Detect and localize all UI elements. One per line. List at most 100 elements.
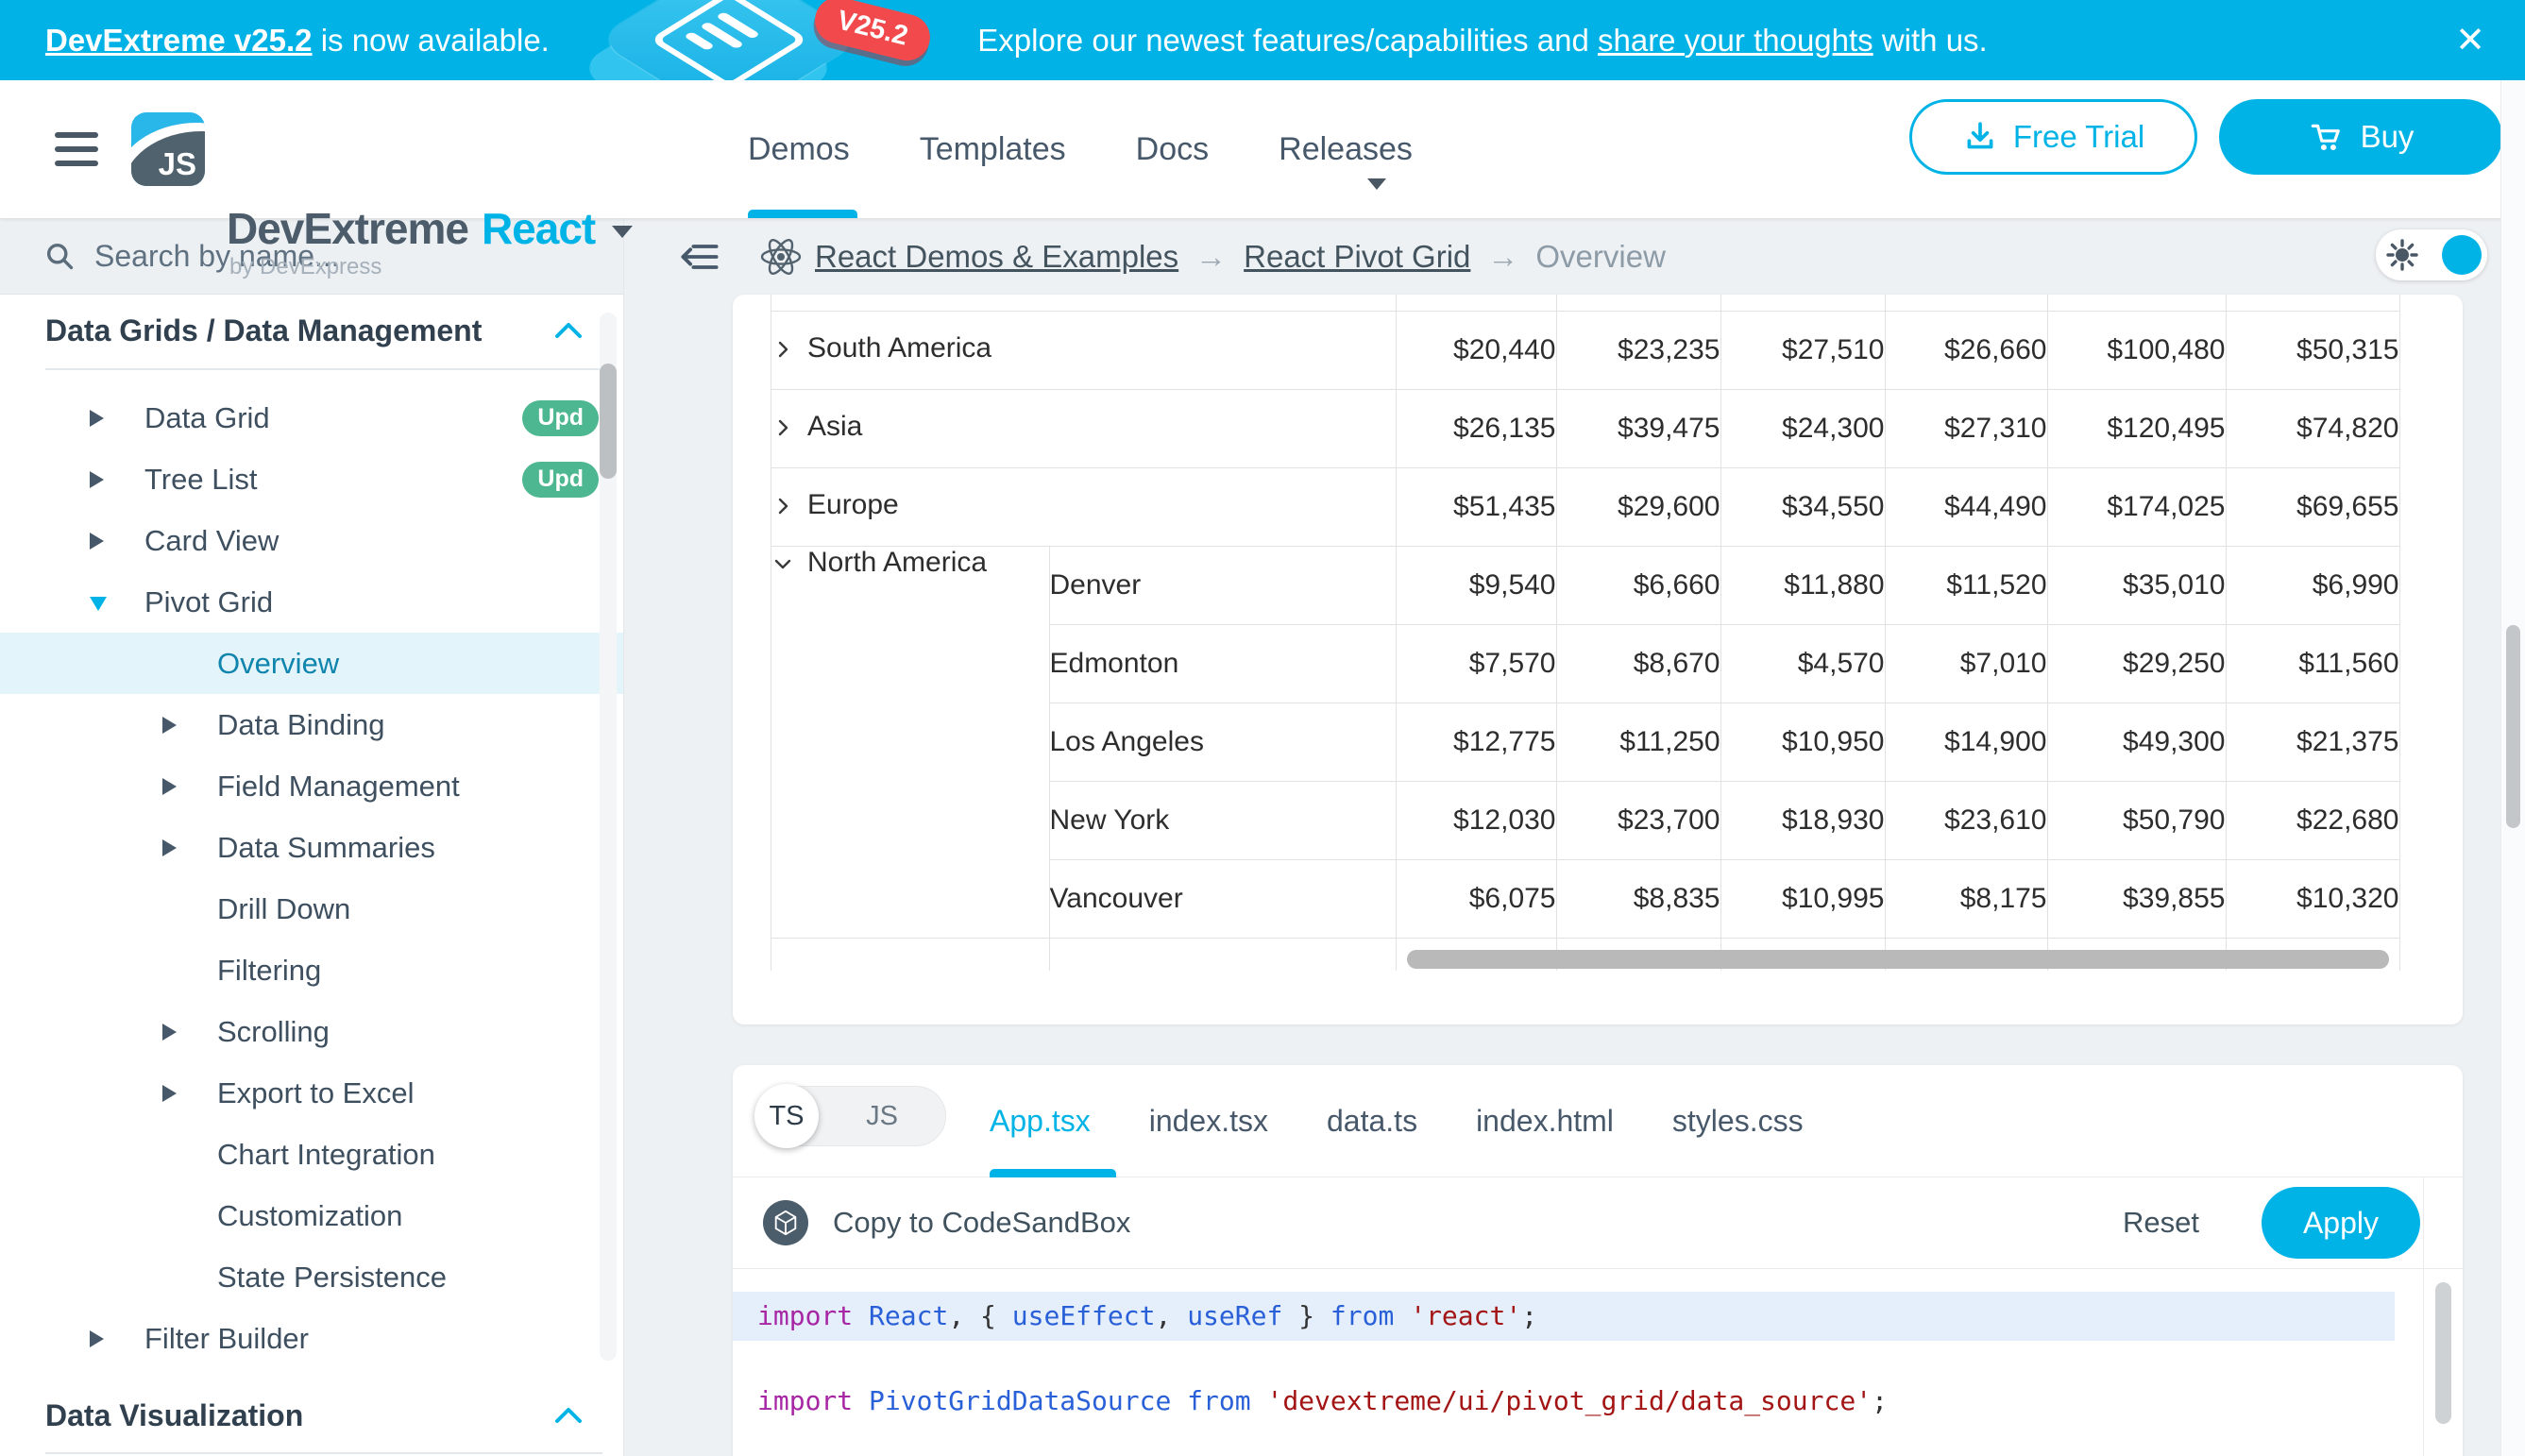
code-editor[interactable]: import React, { useEffect, useRef } from… (733, 1269, 2423, 1456)
city-row-header[interactable]: Los Angeles (1049, 703, 1396, 781)
value-cell[interactable]: $51,435 (1396, 467, 1556, 546)
sidebar-item-field-management[interactable]: Field Management (0, 755, 623, 817)
sidebar-item-state-persistence[interactable]: State Persistence (0, 1246, 623, 1308)
section-header-data-grids[interactable]: Data Grids / Data Management (0, 301, 623, 360)
value-cell[interactable]: $29,250 (2047, 624, 2226, 703)
nav-item-docs[interactable]: Docs (1136, 131, 1209, 168)
region-row-header[interactable]: South America (771, 311, 1396, 389)
value-cell[interactable]: $35,010 (2047, 546, 2226, 624)
value-cell[interactable]: $11,520 (1885, 546, 2047, 624)
tab-index-html[interactable]: index.html (1476, 1104, 1614, 1139)
breadcrumb-section-link[interactable]: React Pivot Grid (1244, 239, 1470, 275)
region-row-header-expanded[interactable]: North America (771, 546, 1049, 938)
sidebar-item-scrolling[interactable]: Scrolling (0, 1001, 623, 1062)
region-row-header[interactable]: Asia (771, 389, 1396, 467)
page-scrollbar-track[interactable] (2500, 80, 2525, 1456)
city-row-header[interactable]: New York (1049, 781, 1396, 859)
reset-button[interactable]: Reset (2123, 1206, 2199, 1240)
value-cell[interactable]: $21,375 (2226, 703, 2399, 781)
value-cell[interactable]: $10,950 (1720, 703, 1885, 781)
value-cell[interactable]: $50,315 (2226, 311, 2399, 389)
value-cell[interactable]: $18,930 (1720, 781, 1885, 859)
sidebar-item-data-summaries[interactable]: Data Summaries (0, 817, 623, 878)
codesandbox-icon[interactable] (763, 1200, 808, 1245)
value-cell[interactable]: $44,490 (1885, 467, 2047, 546)
value-cell[interactable]: $24,300 (1720, 389, 1885, 467)
value-cell[interactable]: $23,235 (1556, 311, 1720, 389)
value-cell[interactable]: $69,655 (2226, 467, 2399, 546)
nav-item-releases[interactable]: Releases (1279, 131, 1413, 168)
value-cell[interactable]: $6,990 (2226, 546, 2399, 624)
value-cell[interactable]: $11,250 (1556, 703, 1720, 781)
language-toggle-js[interactable]: JS (819, 1087, 945, 1145)
value-cell[interactable]: $39,475 (1556, 389, 1720, 467)
free-trial-button[interactable]: Free Trial (1909, 99, 2197, 175)
nav-item-templates[interactable]: Templates (920, 131, 1066, 168)
sidebar-scrollbar-thumb[interactable] (600, 364, 617, 479)
value-cell[interactable]: $20,440 (1396, 311, 1556, 389)
value-cell[interactable]: $4,570 (1720, 624, 1885, 703)
city-row-header[interactable]: Denver (1049, 546, 1396, 624)
devextreme-logo[interactable]: JS (131, 112, 205, 186)
value-cell[interactable]: $23,610 (1885, 781, 2047, 859)
sidebar-item-card-view[interactable]: Card View (0, 510, 623, 571)
value-cell[interactable]: $39,855 (2047, 859, 2226, 938)
value-cell[interactable]: $14,900 (1885, 703, 2047, 781)
horizontal-scrollbar-thumb[interactable] (1407, 950, 2389, 969)
value-cell[interactable]: $10,995 (1720, 859, 1885, 938)
value-cell[interactable]: $11,560 (2226, 624, 2399, 703)
theme-toggle-knob[interactable] (2442, 235, 2482, 275)
nav-item-demos[interactable]: Demos (748, 131, 850, 168)
collapse-sidebar-icon[interactable] (673, 233, 726, 280)
value-cell[interactable]: $26,135 (1396, 389, 1556, 467)
code-scrollbar-thumb[interactable] (2435, 1282, 2451, 1424)
tab-index-tsx[interactable]: index.tsx (1149, 1104, 1268, 1139)
value-cell[interactable]: $34,550 (1720, 467, 1885, 546)
value-cell[interactable]: $22,680 (2226, 781, 2399, 859)
value-cell[interactable]: $50,790 (2047, 781, 2226, 859)
tab-data-ts[interactable]: data.ts (1327, 1104, 1417, 1139)
sidebar-item-customization[interactable]: Customization (0, 1185, 623, 1246)
city-row-header[interactable]: Vancouver (1049, 859, 1396, 938)
region-row-header[interactable]: Europe (771, 467, 1396, 546)
version-link[interactable]: DevExtreme v25.2 (45, 23, 313, 59)
platform-selector[interactable]: React (482, 204, 595, 253)
page-scrollbar-thumb[interactable] (2506, 625, 2520, 828)
sidebar-item-data-binding[interactable]: Data Binding (0, 694, 623, 755)
apply-button[interactable]: Apply (2262, 1187, 2420, 1259)
value-cell[interactable]: $27,310 (1885, 389, 2047, 467)
sidebar-item-data-grid[interactable]: Data GridUpd (0, 387, 623, 449)
city-row-header[interactable]: Edmonton (1049, 624, 1396, 703)
close-icon[interactable]: ✕ (2440, 0, 2500, 80)
sidebar-item-drill-down[interactable]: Drill Down (0, 878, 623, 940)
value-cell[interactable]: $8,835 (1556, 859, 1720, 938)
value-cell[interactable]: $74,820 (2226, 389, 2399, 467)
value-cell[interactable]: $12,030 (1396, 781, 1556, 859)
sidebar-item-filtering[interactable]: Filtering (0, 940, 623, 1001)
value-cell[interactable]: $26,660 (1885, 311, 2047, 389)
section-header-data-visualization[interactable]: Data Visualization (0, 1386, 623, 1445)
sidebar-item-tree-list[interactable]: Tree ListUpd (0, 449, 623, 510)
value-cell[interactable]: $49,300 (2047, 703, 2226, 781)
value-cell[interactable]: $8,175 (1885, 859, 2047, 938)
value-cell[interactable]: $7,570 (1396, 624, 1556, 703)
chevron-down-icon[interactable] (612, 226, 633, 238)
buy-button[interactable]: Buy (2219, 99, 2502, 175)
theme-toggle[interactable] (2376, 229, 2487, 280)
value-cell[interactable]: $6,075 (1396, 859, 1556, 938)
value-cell[interactable]: $12,775 (1396, 703, 1556, 781)
sidebar-item-pivot-grid[interactable]: Pivot Grid (0, 571, 623, 633)
value-cell[interactable]: $7,010 (1885, 624, 2047, 703)
value-cell[interactable]: $6,660 (1556, 546, 1720, 624)
value-cell[interactable]: $11,880 (1720, 546, 1885, 624)
value-cell[interactable]: $120,495 (2047, 389, 2226, 467)
share-thoughts-link[interactable]: share your thoughts (1598, 23, 1873, 59)
value-cell[interactable]: $8,670 (1556, 624, 1720, 703)
tab-app-tsx[interactable]: App.tsx (990, 1104, 1091, 1139)
sidebar-item-chart-integration[interactable]: Chart Integration (0, 1124, 623, 1185)
copy-to-codesandbox-button[interactable]: Copy to CodeSandBox (833, 1206, 1130, 1240)
value-cell[interactable]: $100,480 (2047, 311, 2226, 389)
value-cell[interactable]: $27,510 (1720, 311, 1885, 389)
language-toggle-ts[interactable]: TS (754, 1084, 819, 1148)
hamburger-menu-icon[interactable] (55, 132, 98, 166)
